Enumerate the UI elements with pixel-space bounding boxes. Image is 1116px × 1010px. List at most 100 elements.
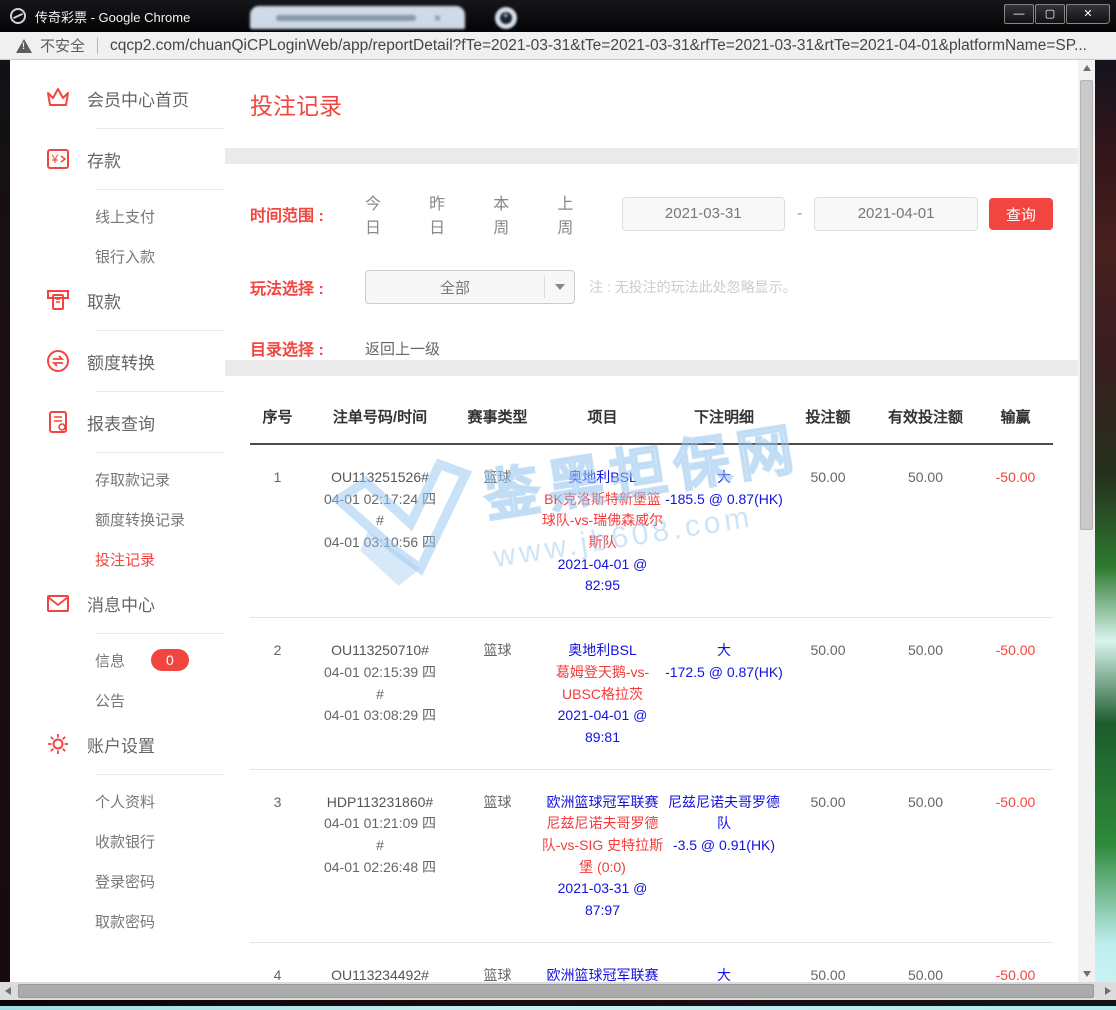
scroll-down-arrow-icon[interactable] [1078, 966, 1095, 982]
table-row: 3 HDP113231860#04-01 01:21:09 四#04-01 02… [250, 770, 1053, 943]
quick-link-today[interactable]: 今日 [365, 190, 396, 238]
cell-valid-amount: 50.00 [873, 965, 978, 982]
col-header-event: 项目 [540, 406, 665, 427]
back-to-parent-link[interactable]: 返回上一级 [365, 338, 440, 359]
sub-item-label: 个人资料 [95, 791, 155, 812]
directory-row: 目录选择 : 返回上一级 [250, 336, 1053, 360]
cell-settle-time: 04-01 03:08:29 四 [305, 705, 455, 727]
cell-league: 欧洲篮球冠军联赛 [540, 965, 665, 982]
sub-item-label: 信息 [95, 650, 125, 671]
sidebar-item-account-settings[interactable]: 账户设置 [45, 720, 225, 768]
horizontal-scroll-thumb[interactable] [18, 984, 1094, 998]
cell-order-no: OU113251526# [305, 467, 455, 489]
vertical-scroll-thumb[interactable] [1080, 80, 1093, 530]
sidebar-item-login-password[interactable]: 登录密码 [45, 861, 225, 901]
sidebar-item-deposit[interactable]: ¥ 存款 [45, 135, 225, 183]
cell-valid-amount: 50.00 [873, 640, 978, 748]
play-select-value: 全部 [366, 277, 544, 298]
cell-sport: 篮球 [455, 965, 540, 982]
sidebar-item-label: 取款 [87, 288, 121, 313]
sub-item-label: 取款密码 [95, 911, 155, 932]
svg-text:¥: ¥ [51, 152, 59, 166]
gear-icon [45, 731, 71, 757]
sidebar-item-online-pay[interactable]: 线上支付 [45, 196, 225, 236]
window-controls: — ▢ ✕ [1004, 4, 1110, 24]
page-url[interactable]: cqcp2.com/chuanQiCPLoginWeb/app/reportDe… [110, 37, 1087, 55]
sidebar-item-announcements[interactable]: 公告 [45, 680, 225, 720]
sidebar-item-message-center[interactable]: 消息中心 [45, 579, 225, 627]
horizontal-scrollbar[interactable] [0, 982, 1116, 1000]
divider [95, 774, 225, 775]
not-secure-warning-icon[interactable] [16, 39, 32, 53]
sidebar-item-label: 会员中心首页 [87, 86, 189, 111]
cell-bet-side: 大 [665, 965, 783, 982]
cell-amount: 50.00 [783, 467, 873, 597]
col-header-index: 序号 [250, 406, 305, 427]
cell-amount: 50.00 [783, 640, 873, 748]
ghost-tab-text [276, 15, 416, 21]
vertical-scrollbar[interactable] [1078, 60, 1095, 982]
sub-item-label: 投注记录 [95, 549, 155, 570]
not-secure-label[interactable]: 不安全 [40, 35, 85, 56]
cell-amount: 50.00 [783, 965, 873, 982]
cell-bet-odds: -172.5 @ 0.87(HK) [665, 662, 783, 684]
scroll-up-arrow-icon[interactable] [1078, 60, 1095, 76]
cell-match: BK克洛斯特新堡篮球队-vs-瑞佛森威尔斯队 [540, 489, 665, 554]
sidebar-item-receiving-bank[interactable]: 收款银行 [45, 821, 225, 861]
table-row: 2 OU113250710#04-01 02:15:39 四#04-01 03:… [250, 618, 1053, 769]
cell-winloss: -50.00 [978, 792, 1053, 922]
cell-winloss: -50.00 [978, 640, 1053, 748]
directory-label: 目录选择 : [250, 336, 365, 360]
sidebar-item-withdraw-password[interactable]: 取款密码 [45, 901, 225, 941]
quick-link-this-week[interactable]: 本周 [493, 190, 524, 238]
quick-link-last-week[interactable]: 上周 [557, 190, 588, 238]
page-title: 投注记录 [250, 87, 342, 121]
close-button[interactable]: ✕ [1066, 4, 1110, 24]
date-range-separator: - [797, 205, 802, 223]
cell-bet-side: 大 [665, 467, 783, 489]
scroll-right-arrow-icon[interactable] [1100, 987, 1116, 995]
cell-index: 4 [250, 965, 305, 982]
maximize-button[interactable]: ▢ [1035, 4, 1065, 24]
sub-item-label: 线上支付 [95, 206, 155, 227]
cell-match: 葛姆登天鹅-vs-UBSC格拉茨 [540, 662, 665, 705]
col-header-bet-detail: 下注明细 [665, 406, 783, 427]
col-header-sport: 赛事类型 [455, 406, 540, 427]
search-button[interactable]: 查询 [989, 198, 1053, 230]
date-from-input[interactable]: 2021-03-31 [622, 197, 785, 231]
sidebar-item-credit-transfer[interactable]: 额度转换 [45, 337, 225, 385]
scroll-left-arrow-icon[interactable] [0, 987, 16, 995]
sidebar-item-deposit-withdraw-records[interactable]: 存取款记录 [45, 459, 225, 499]
sidebar-item-reports[interactable]: 报表查询 [45, 398, 225, 446]
site-favicon-icon [10, 8, 26, 24]
sidebar-item-bet-records[interactable]: 投注记录 [45, 539, 225, 579]
cell-hash: # [305, 510, 455, 532]
sidebar-item-profile[interactable]: 个人资料 [45, 781, 225, 821]
col-header-winloss: 输赢 [978, 406, 1053, 427]
chevron-down-icon [544, 276, 574, 298]
crown-icon [45, 85, 71, 111]
message-count-badge: 0 [151, 649, 189, 671]
play-select-dropdown[interactable]: 全部 [365, 270, 575, 304]
cell-league: 奥地利BSL [540, 467, 665, 489]
quick-link-yesterday[interactable]: 昨日 [429, 190, 460, 238]
cell-bet-odds: -185.5 @ 0.87(HK) [665, 489, 783, 511]
date-to-input[interactable]: 2021-04-01 [814, 197, 977, 231]
cell-valid-amount: 50.00 [873, 792, 978, 922]
cell-winloss: -50.00 [978, 965, 1053, 982]
sidebar-item-messages[interactable]: 信息 0 [45, 640, 225, 680]
cell-settle-time: 04-01 03:10:56 四 [305, 532, 455, 554]
sidebar-item-transfer-records[interactable]: 额度转换记录 [45, 499, 225, 539]
sidebar-item-bank-deposit[interactable]: 银行入款 [45, 236, 225, 276]
sidebar-item-label: 账户设置 [87, 732, 155, 757]
sidebar-item-withdraw[interactable]: 取款 [45, 276, 225, 324]
cell-sport: 篮球 [455, 467, 540, 597]
minimize-button[interactable]: — [1004, 4, 1034, 24]
cell-match: 尼兹尼诺夫哥罗德队-vs-SIG 史特拉斯堡 (0:0) [540, 813, 665, 878]
sidebar-item-member-home[interactable]: 会员中心首页 [45, 74, 225, 122]
cell-settle-time: 04-01 02:26:48 四 [305, 857, 455, 879]
address-bar[interactable]: 不安全 cqcp2.com/chuanQiCPLoginWeb/app/repo… [0, 32, 1116, 60]
deposit-icon: ¥ [45, 146, 71, 172]
divider [95, 391, 225, 392]
withdraw-icon [45, 287, 71, 313]
